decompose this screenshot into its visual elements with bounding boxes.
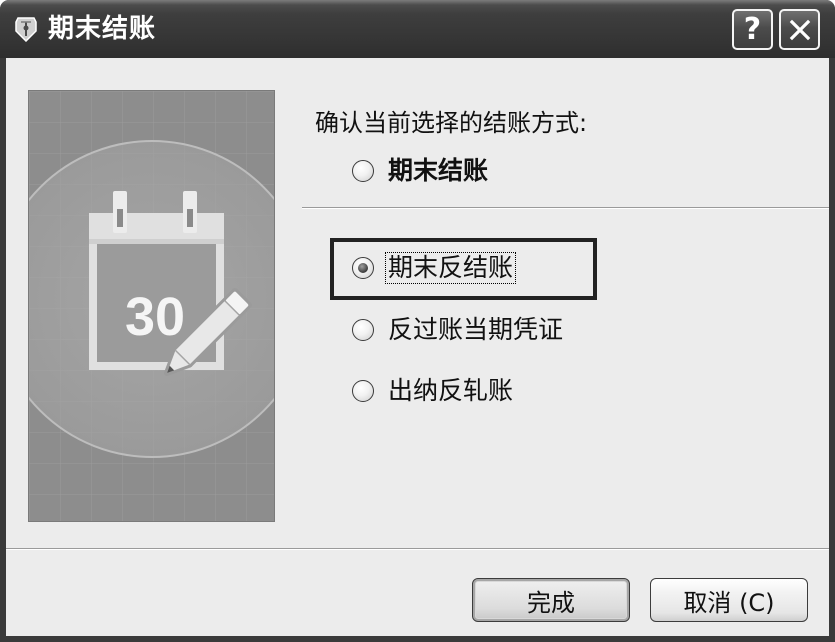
option-label: 期末反结账	[384, 252, 517, 284]
close-button[interactable]	[779, 9, 820, 50]
option-reverse-posting-vouchers[interactable]: 反过账当期凭证	[352, 315, 565, 345]
radio-button[interactable]	[352, 380, 374, 402]
option-reverse-period-end-close[interactable]: 期末反结账	[352, 252, 517, 284]
option-period-end-close[interactable]: 期末结账	[352, 156, 490, 186]
help-button[interactable]: ?	[732, 9, 773, 50]
radio-button[interactable]	[352, 257, 374, 279]
close-icon	[789, 19, 810, 40]
window-title: 期末结账	[48, 14, 157, 44]
separator	[302, 207, 829, 209]
option-label: 出纳反轧账	[388, 376, 514, 405]
radio-button[interactable]	[352, 160, 374, 182]
finish-button[interactable]: 完成	[472, 578, 630, 622]
footer-separator	[6, 548, 829, 550]
help-icon: ?	[743, 11, 762, 47]
dialog-window: 期末结账 ? 30 确认当前选择的结账方式: 期末结账 期末反结账 反过账当期凭…	[0, 0, 835, 642]
app-icon	[15, 17, 37, 42]
option-cashier-reverse-reconcile[interactable]: 出纳反轧账	[352, 376, 515, 406]
title-bar[interactable]: 期末结账 ?	[0, 0, 835, 58]
prompt-text: 确认当前选择的结账方式:	[315, 109, 588, 137]
option-label: 反过账当期凭证	[388, 315, 564, 344]
dialog-body: 30 确认当前选择的结账方式: 期末结账 期末反结账 反过账当期凭证 出纳反轧账…	[6, 58, 829, 636]
cancel-button[interactable]: 取消 (C)	[650, 578, 808, 622]
option-label: 期末结账	[388, 156, 489, 185]
illustration-panel: 30	[28, 90, 275, 522]
radio-button[interactable]	[352, 319, 374, 341]
calendar-day-label: 30	[125, 287, 185, 347]
calendar-edit-icon: 30	[29, 91, 274, 521]
